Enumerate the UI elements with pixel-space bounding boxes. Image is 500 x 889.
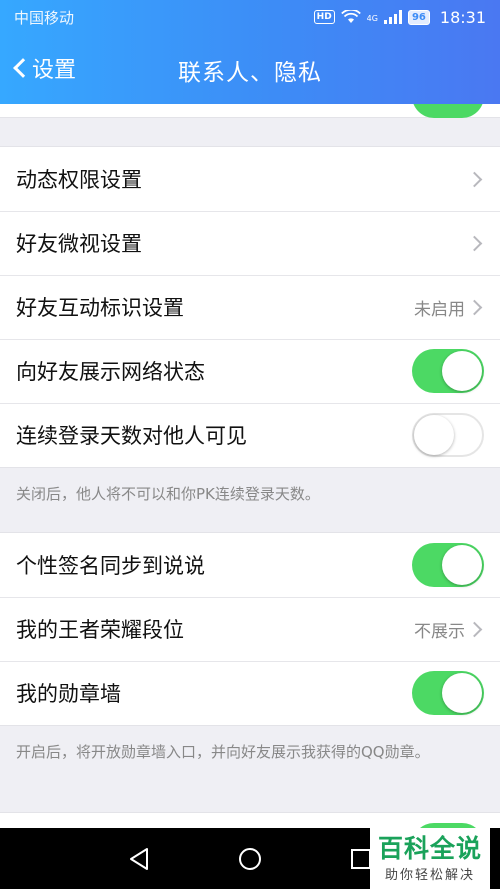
row-label: 我的王者荣耀段位 bbox=[16, 618, 184, 642]
row-network-status: 向好友展示网络状态 bbox=[0, 339, 500, 403]
network-type-label: 4G bbox=[366, 13, 378, 23]
row-label: 动态权限设置 bbox=[16, 168, 142, 192]
row-label: 向好友展示网络状态 bbox=[16, 360, 205, 384]
row-value: 未启用 bbox=[414, 299, 465, 320]
wifi-icon bbox=[340, 10, 361, 23]
system-nav-bar: 百科全说 助你轻松解决 bbox=[0, 828, 500, 889]
row-login-days: 连续登录天数对他人可见 bbox=[0, 403, 500, 467]
carrier-label: 中国移动 bbox=[14, 8, 75, 27]
settings-group-2: 个性签名同步到说说 我的王者荣耀段位 不展示 我的勋章墙 bbox=[0, 532, 500, 726]
watermark-logo: 百科全说 助你轻松解决 bbox=[370, 828, 490, 889]
signal-icon bbox=[383, 10, 402, 24]
next-group bbox=[0, 812, 500, 828]
row-signature-sync: 个性签名同步到说说 bbox=[0, 533, 500, 597]
row-label: 我的勋章墙 bbox=[16, 682, 121, 706]
row-medal-wall: 我的勋章墙 bbox=[0, 661, 500, 725]
toggle-knob bbox=[442, 351, 482, 391]
partial-toggle[interactable] bbox=[412, 104, 484, 118]
login-days-toggle[interactable] bbox=[412, 413, 484, 457]
row-interaction-badge[interactable]: 好友互动标识设置 未启用 bbox=[0, 275, 500, 339]
page-title: 联系人、隐私 bbox=[178, 60, 322, 86]
group-1-note: 关闭后，他人将不可以和你PK连续登录天数。 bbox=[16, 485, 320, 503]
battery-icon: 96 bbox=[407, 9, 430, 25]
row-value: 不展示 bbox=[414, 621, 465, 642]
watermark-title: 百科全说 bbox=[377, 834, 482, 863]
toggle-knob bbox=[442, 545, 482, 585]
clock: 18:31 bbox=[439, 7, 486, 27]
nav-back-icon[interactable] bbox=[128, 847, 150, 871]
chevron-right-icon bbox=[466, 621, 483, 637]
row-label: 好友微视设置 bbox=[16, 232, 142, 256]
row-label: 好友互动标识设置 bbox=[16, 296, 184, 320]
settings-group-1: 动态权限设置 好友微视设置 好友互动标识设置 未启用 向好友展示网络状态 连续登… bbox=[0, 146, 500, 468]
medal-wall-toggle[interactable] bbox=[412, 671, 484, 715]
row-label: 连续登录天数对他人可见 bbox=[16, 424, 247, 448]
toggle-knob bbox=[414, 415, 454, 455]
chevron-right-icon bbox=[466, 171, 483, 187]
watermark-subtitle: 助你轻松解决 bbox=[384, 868, 475, 883]
chevron-right-icon bbox=[466, 235, 483, 251]
status-icons: HD 4G 96 18:31 bbox=[313, 7, 486, 27]
nav-recent-icon[interactable] bbox=[350, 848, 372, 870]
network-status-toggle[interactable] bbox=[412, 349, 484, 393]
row-dynamic-permission[interactable]: 动态权限设置 bbox=[0, 147, 500, 211]
row-honor-rank[interactable]: 我的王者荣耀段位 不展示 bbox=[0, 597, 500, 661]
row-weishi-settings[interactable]: 好友微视设置 bbox=[0, 211, 500, 275]
settings-list[interactable]: 动态权限设置 好友微视设置 好友互动标识设置 未启用 向好友展示网络状态 连续登… bbox=[0, 104, 500, 828]
nav-bar: 设置 联系人、隐私 bbox=[0, 34, 500, 104]
header: 中国移动 HD 4G 96 18:31 设置 联系人、隐私 bbox=[0, 0, 500, 104]
previous-group bbox=[0, 104, 500, 118]
signature-sync-toggle[interactable] bbox=[412, 543, 484, 587]
status-bar: 中国移动 HD 4G 96 18:31 bbox=[0, 0, 500, 34]
nav-home-icon[interactable] bbox=[238, 847, 262, 871]
row-label: 个性签名同步到说说 bbox=[16, 554, 205, 578]
hd-icon: HD bbox=[313, 10, 335, 24]
group-2-note: 开启后，将开放勋章墙入口，并向好友展示我获得的QQ勋章。 bbox=[16, 743, 430, 761]
chevron-right-icon bbox=[466, 299, 483, 315]
toggle-knob bbox=[442, 673, 482, 713]
